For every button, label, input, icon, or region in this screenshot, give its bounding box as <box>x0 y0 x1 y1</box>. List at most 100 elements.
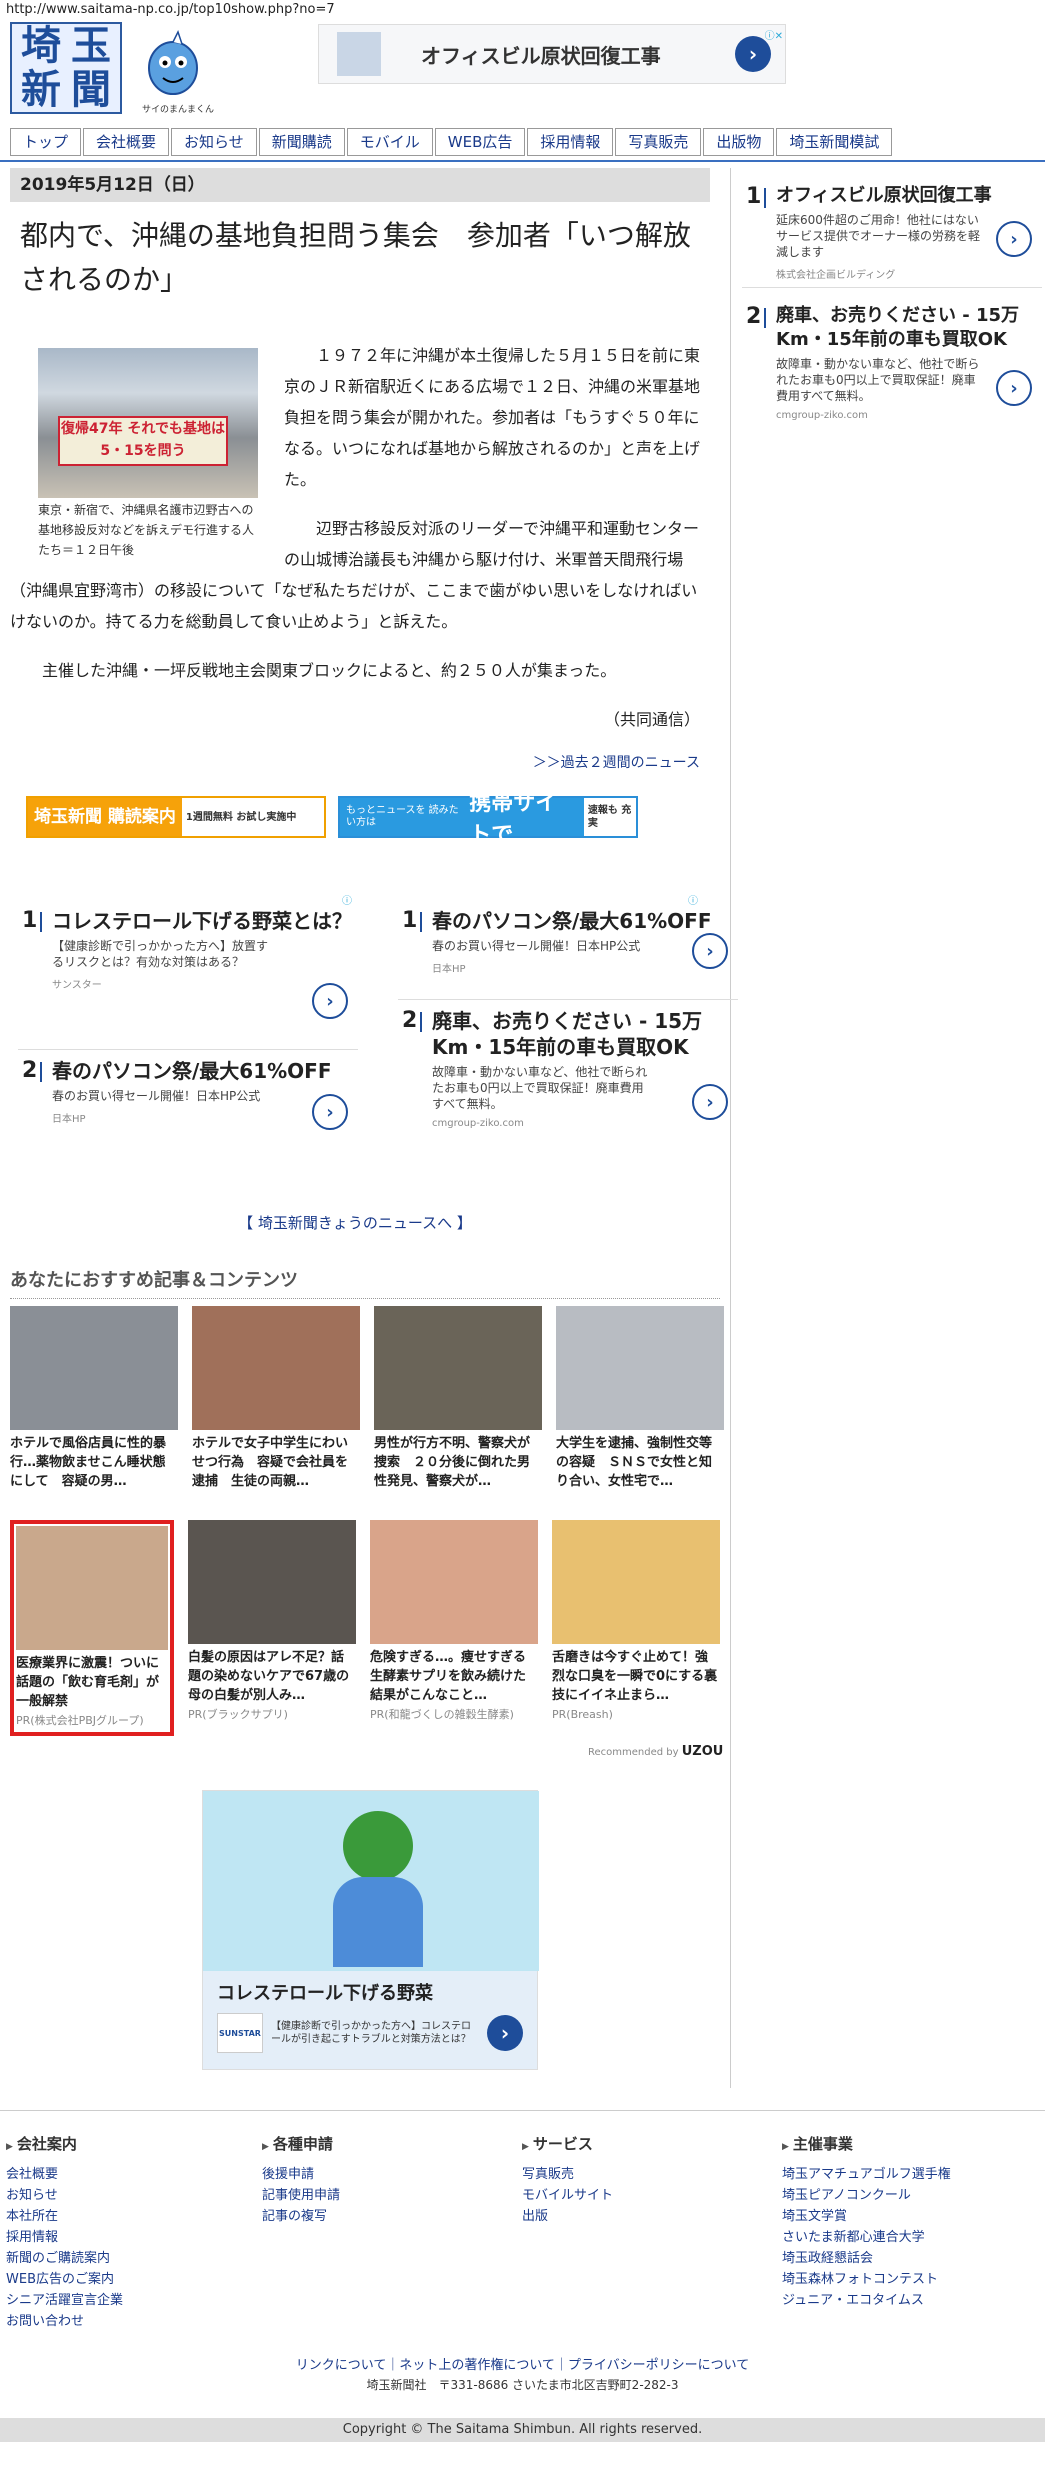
nav-item-publications[interactable]: 出版物 <box>703 128 775 156</box>
footer-link[interactable]: 埼玉文学賞 <box>782 2206 1032 2227</box>
nav-item-top[interactable]: トップ <box>10 128 82 156</box>
footer-link[interactable]: モバイルサイト <box>522 2185 772 2206</box>
ad-item[interactable]: 1 コレステロール下げる野菜とは？ 【健康診断で引っかかった方へ】放置するリスク… <box>18 900 358 1050</box>
uzou-logo: UZOU <box>681 1744 724 1759</box>
nav-item-web-ad[interactable]: WEB広告 <box>434 128 526 156</box>
footer-link[interactable]: 新聞のご購読案内 <box>6 2248 256 2269</box>
past-news-link[interactable]: ＞＞過去２週間のニュース <box>10 752 710 772</box>
footer-link[interactable]: ジュニア・エコタイムス <box>782 2290 1032 2311</box>
footer-link[interactable]: 埼玉ピアノコンクール <box>782 2185 1032 2206</box>
footer-link[interactable]: シニア活躍宣言企業 <box>6 2290 256 2311</box>
recommended-by[interactable]: Recommended by UZOU <box>588 1744 723 1759</box>
subscribe-banner[interactable]: 埼玉新聞 購読案内 1週間無料 お試し実施中 <box>26 796 326 838</box>
footer-link[interactable]: 本社所在 <box>6 2206 256 2227</box>
card-title: 舌磨きは今すぐ止めて！強烈な口臭を一瞬で0にする裏技にイイネ止まら… <box>552 1650 718 1703</box>
recommend-row: ホテルで風俗店員に性的暴行…薬物飲ませこん睡状態にして 容疑の男… ホテルで女子… <box>10 1306 730 1491</box>
footer-link[interactable]: 会社概要 <box>6 2164 256 2185</box>
footer-link[interactable]: さいたま新都心連合大学 <box>782 2227 1032 2248</box>
recommend-card[interactable]: 危険すぎる…。痩せすぎる生酵素サプリを飲み続けた結果がこんなこと… PR(和龍づ… <box>370 1520 538 1736</box>
footer-heading: 会社案内 <box>6 2134 256 2158</box>
ad-rank: 2 <box>402 1008 418 1033</box>
nav-item-mobile[interactable]: モバイル <box>346 128 433 156</box>
card-image <box>192 1306 360 1430</box>
article-date: 2019年5月12日（日） <box>10 168 710 202</box>
footer-address: 埼玉新聞社 〒331-8686 さいたま市北区吉野町2-282-3 <box>366 2378 679 2392</box>
ad-desc: 春のお買い得セール開催！日本HP公式 <box>52 1089 261 1103</box>
photo-caption: 東京・新宿で、沖縄県名護市辺野古への基地移設反対などを訴えデモ行進する人たち＝１… <box>38 503 255 557</box>
footer-col-events: 主催事業 埼玉アマチュアゴルフ選手権 埼玉ピアノコンクール 埼玉文学賞 さいたま… <box>782 2134 1032 2311</box>
footer-link[interactable]: 埼玉アマチュアゴルフ選手権 <box>782 2164 1032 2185</box>
mobile-banner[interactable]: もっとニュースを 読みたい方は 携帯サイトで 速報も 充実 <box>338 791 638 848</box>
card-title: ホテルで女子中学生にわいせつ行為 容疑で会社員を逮捕 生徒の両親… <box>192 1436 349 1489</box>
footer-link[interactable]: 記事使用申請 <box>262 2185 512 2206</box>
article-header: 2019年5月12日（日） 都内で、沖縄の基地負担問う集会 参加者「いつ解放され… <box>10 168 710 302</box>
arrow-right-icon[interactable]: › <box>487 2015 523 2051</box>
ad-illustration <box>203 1791 539 1971</box>
footer-link[interactable]: WEB広告のご案内 <box>6 2269 256 2290</box>
nav-item-mock-exam[interactable]: 埼玉新聞模試 <box>776 128 893 156</box>
card-title: 医療業界に激震！ついに話題の「飲む育毛剤」が一般解禁 <box>16 1656 160 1709</box>
subscribe-banner-note: 1週間無料 お試し実施中 <box>185 811 297 823</box>
nav-item-news[interactable]: お知らせ <box>171 128 257 156</box>
ad-item[interactable]: 1 春のパソコン祭/最大61%OFF 春のお買い得セール開催！日本HP公式 日本… <box>398 900 738 1000</box>
ad-item[interactable]: 2 廃車、お売りください - 15万Km・15年前の車も買取OK 故障車・動かな… <box>398 1000 738 1150</box>
recommend-card[interactable]: 舌磨きは今すぐ止めて！強烈な口臭を一瞬で0にする裏技にイイネ止まら… PR(Br… <box>552 1520 720 1736</box>
top-ad-banner[interactable]: オフィスビル原状回復工事 › ⓘ✕ <box>318 24 786 84</box>
ad-desc: 故障車・動かない車など、他社で断られたお車も0円以上で買取保証！廃車費用すべて無… <box>776 357 980 403</box>
ad-title: オフィスビル原状回復工事 <box>421 43 661 68</box>
footer-heading: 各種申請 <box>262 2134 512 2158</box>
arrow-right-icon[interactable]: › <box>996 221 1032 257</box>
photo-image[interactable]: 復帰47年 それでも基地は5・15を問う <box>38 348 258 498</box>
card-sponsor: PR(株式会社PBJグループ) <box>16 1714 144 1727</box>
bottom-ad-banner[interactable]: ⓘ✕ コレステロール下げる野菜 SUNSTAR 【健康診断で引っかかった方へ】コ… <box>202 1790 539 2070</box>
mobile-banner-note: 速報も 充実 <box>587 805 632 829</box>
subscribe-banner-brand: 埼玉新聞 購読案内 <box>28 798 182 836</box>
adchoices-icon[interactable]: ⓘ <box>688 892 698 907</box>
arrow-right-icon[interactable]: › <box>692 933 728 969</box>
footer-link[interactable]: 埼玉森林フォトコンテスト <box>782 2269 1032 2290</box>
today-news-link[interactable]: 【 埼玉新聞きょうのニュースへ 】 <box>0 1212 710 1233</box>
arrow-right-icon[interactable]: › <box>312 1094 348 1130</box>
sunstar-logo: SUNSTAR <box>217 2013 263 2053</box>
nav-item-subscribe[interactable]: 新聞購読 <box>258 128 345 156</box>
arrow-right-icon[interactable]: › <box>996 370 1032 406</box>
recommend-card-selected[interactable]: 医療業界に激震！ついに話題の「飲む育毛剤」が一般解禁 PR(株式会社PBJグルー… <box>10 1520 174 1736</box>
adchoices-icon[interactable]: ⓘ <box>342 892 352 907</box>
ad-item[interactable]: 2 廃車、お売りください - 15万Km・15年前の車も買取OK 故障車・動かな… <box>742 296 1042 436</box>
recommend-card[interactable]: ホテルで女子中学生にわいせつ行為 容疑で会社員を逮捕 生徒の両親… <box>192 1306 360 1491</box>
nav-item-company[interactable]: 会社概要 <box>83 128 170 156</box>
ad-source: 株式会社企画ビルディング <box>776 270 896 281</box>
footer-link[interactable]: 写真販売 <box>522 2164 772 2185</box>
ad-list-left: 1 コレステロール下げる野菜とは？ 【健康診断で引っかかった方へ】放置するリスク… <box>18 900 358 1160</box>
url-text: http://www.saitama-np.co.jp/top10show.ph… <box>6 2 335 17</box>
footer-link[interactable]: 埼玉政経懇話会 <box>782 2248 1032 2269</box>
ad-item[interactable]: 1 オフィスビル原状回復工事 延床600件超のご用命！他社にはないサービス提供で… <box>742 176 1042 288</box>
footer-link[interactable]: 採用情報 <box>6 2227 256 2248</box>
recommended-by-label: Recommended by <box>588 1747 679 1758</box>
recommend-card[interactable]: 白髪の原因はアレ不足？話題の染めないケアで67歳の母の白髪が別人み… PR(ブラ… <box>188 1520 356 1736</box>
mobile-banner-pre: もっとニュースを 読みたい方は <box>346 805 459 828</box>
card-sponsor: PR(ブラックサプリ) <box>188 1708 288 1721</box>
adchoices-icon[interactable]: ⓘ✕ <box>765 27 783 42</box>
footer-link[interactable]: 記事の複写 <box>262 2206 512 2227</box>
footer-link[interactable]: お問い合わせ <box>6 2311 256 2332</box>
footer-link[interactable]: 出版 <box>522 2206 772 2227</box>
arrow-right-icon[interactable]: › <box>692 1084 728 1120</box>
card-image <box>552 1520 720 1644</box>
mobile-banner-text: 携帯サイトで <box>469 791 558 848</box>
site-logo[interactable]: 埼 玉 新 聞 <box>10 22 122 114</box>
footer-link[interactable]: お知らせ <box>6 2185 256 2206</box>
arrow-right-icon[interactable]: › <box>312 983 348 1019</box>
recommend-card[interactable]: ホテルで風俗店員に性的暴行…薬物飲ませこん睡状態にして 容疑の男… <box>10 1306 178 1491</box>
card-sponsor: PR(和龍づくしの雑穀生酵素) <box>370 1708 514 1721</box>
nav-item-photo[interactable]: 写真販売 <box>615 128 702 156</box>
ad-source: 日本HP <box>52 1114 86 1125</box>
ad-source: サンスター <box>52 980 102 991</box>
nav-item-recruit[interactable]: 採用情報 <box>527 128 614 156</box>
footer-policy-links[interactable]: リンクについて｜ネット上の著作権について｜プライバシーポリシーについて <box>0 2354 1045 2373</box>
recommend-card[interactable]: 男性が行方不明、警察犬が捜索 ２０分後に倒れた男性発見、警察犬が… <box>374 1306 542 1491</box>
ad-item[interactable]: 2 春のパソコン祭/最大61%OFF 春のお買い得セール開催！日本HP公式 日本… <box>18 1050 358 1160</box>
ad-title: コレステロール下げる野菜 <box>217 1983 433 2004</box>
footer-link[interactable]: 後援申請 <box>262 2164 512 2185</box>
recommend-card[interactable]: 大学生を逮捕、強制性交等の容疑 ＳＮＳで女性と知り合い、女性宅で… <box>556 1306 724 1491</box>
